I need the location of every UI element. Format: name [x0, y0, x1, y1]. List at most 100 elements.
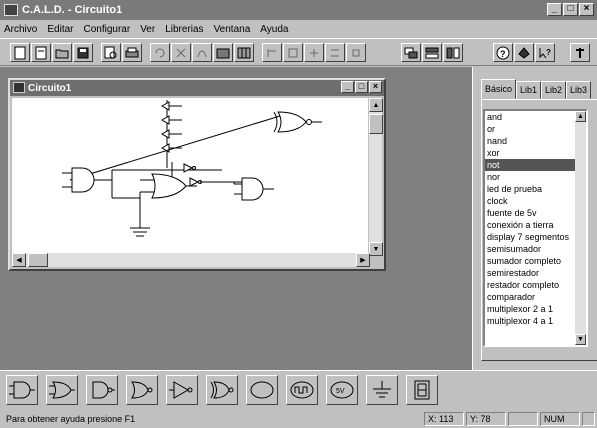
status-blank-2 — [582, 412, 595, 426]
list-item[interactable]: semisumador — [485, 243, 586, 255]
and-gate-icon[interactable] — [6, 375, 38, 405]
clock-icon[interactable] — [286, 375, 318, 405]
menu-editar[interactable]: Editar — [47, 24, 73, 35]
list-item[interactable]: or — [485, 123, 586, 135]
undo-icon[interactable] — [150, 43, 170, 62]
list-item[interactable]: nand — [485, 135, 586, 147]
list-item[interactable]: semirestador — [485, 267, 586, 279]
tab-lib2[interactable]: Lib2 — [541, 81, 567, 99]
list-item[interactable]: multiplexor 2 a 1 — [485, 303, 586, 315]
save-icon[interactable] — [73, 43, 93, 62]
list-item[interactable]: sumador completo — [485, 255, 586, 267]
svg-text:?: ? — [500, 49, 506, 59]
align-icon[interactable] — [262, 43, 282, 62]
pin-icon[interactable] — [570, 43, 590, 62]
gate-palette: 5V — [0, 370, 597, 410]
list-item[interactable]: clock — [485, 195, 586, 207]
or-gate-icon[interactable] — [46, 375, 78, 405]
list-scroll-down-button[interactable]: ▼ — [575, 334, 586, 345]
list-item[interactable]: fuente de 5v — [485, 207, 586, 219]
tab-basico[interactable]: Básico — [481, 79, 517, 99]
list-item[interactable]: comparador — [485, 291, 586, 303]
list-item[interactable]: multiplexor 4 a 1 — [485, 315, 586, 327]
toolbar: ? ? — [0, 38, 597, 66]
menu-configurar[interactable]: Configurar — [83, 24, 130, 35]
library-tabs: Básico Lib1 Lib2 Lib3 — [481, 79, 592, 99]
maximize-button[interactable]: □ — [563, 3, 578, 16]
menu-ventana[interactable]: Ventana — [214, 24, 251, 35]
child-minimize-button[interactable]: _ — [341, 81, 354, 93]
align2-icon[interactable] — [283, 43, 303, 62]
app-title: C.A.L.D. - Circuito1 — [22, 4, 123, 16]
list-item[interactable]: conexión a tierra — [485, 219, 586, 231]
open-icon[interactable] — [31, 43, 51, 62]
menu-archivo[interactable]: Archivo — [4, 24, 37, 35]
folder-icon[interactable] — [52, 43, 72, 62]
print-icon[interactable] — [122, 43, 142, 62]
scroll-right-button[interactable]: ▶ — [356, 253, 370, 267]
copy-icon[interactable] — [192, 43, 212, 62]
minimize-button[interactable]: _ — [547, 3, 562, 16]
new-icon[interactable] — [10, 43, 30, 62]
grid-icon[interactable] — [234, 43, 254, 62]
scroll-up-button[interactable]: ▲ — [369, 98, 383, 112]
cut-icon[interactable] — [171, 43, 191, 62]
menu-librerias[interactable]: Librerias — [165, 24, 203, 35]
circuit-window-title-bar[interactable]: Circuito1 _ □ × — [10, 80, 384, 96]
menu-ayuda[interactable]: Ayuda — [260, 24, 288, 35]
list-item[interactable]: led de prueba — [485, 183, 586, 195]
close-button[interactable]: × — [579, 3, 594, 16]
horizontal-scroll-thumb[interactable] — [28, 253, 48, 267]
circuit-window[interactable]: Circuito1 _ □ × ▲ ▼ ◀ ▶ — [8, 78, 386, 271]
align5-icon[interactable] — [346, 43, 366, 62]
whats-this-icon[interactable]: ? — [535, 43, 555, 62]
circuit-canvas[interactable] — [12, 98, 370, 256]
list-item[interactable]: and — [485, 111, 586, 123]
app-icon[interactable] — [4, 4, 18, 16]
power-5v-label: 5V — [336, 388, 345, 395]
status-num-lock: NUM — [540, 412, 580, 426]
component-list[interactable]: and or nand xor not nor led de prueba cl… — [483, 109, 588, 347]
list-item[interactable]: xor — [485, 147, 586, 159]
status-message: Para obtener ayuda presione F1 — [6, 414, 136, 424]
buffer-gate-icon[interactable] — [166, 375, 198, 405]
nor-gate-icon[interactable] — [126, 375, 158, 405]
nand-gate-icon[interactable] — [86, 375, 118, 405]
status-bar: Para obtener ayuda presione F1 X: 113 Y:… — [0, 410, 597, 428]
scroll-left-button[interactable]: ◀ — [12, 253, 26, 267]
tile-horizontal-icon[interactable] — [422, 43, 442, 62]
app-title-bar: C.A.L.D. - Circuito1 _ □ × — [0, 0, 597, 20]
list-scroll-up-button[interactable]: ▲ — [575, 111, 586, 122]
circuit-vertical-scrollbar[interactable]: ▲ ▼ — [368, 98, 383, 256]
status-x-coordinate: X: 113 — [424, 412, 464, 426]
align3-icon[interactable] — [304, 43, 324, 62]
scroll-down-button[interactable]: ▼ — [369, 242, 383, 256]
cascade-icon[interactable] — [401, 43, 421, 62]
about-icon[interactable] — [514, 43, 534, 62]
circuit-horizontal-scrollbar[interactable]: ◀ ▶ — [12, 253, 370, 267]
ground-icon[interactable] — [366, 375, 398, 405]
list-item[interactable]: display 7 segmentos — [485, 231, 586, 243]
list-item-selected[interactable]: not — [485, 159, 586, 171]
xor-gate-icon[interactable] — [206, 375, 238, 405]
print-preview-icon[interactable] — [101, 43, 121, 62]
menu-ver[interactable]: Ver — [140, 24, 155, 35]
paste-icon[interactable] — [213, 43, 233, 62]
display-icon[interactable] — [406, 375, 438, 405]
align4-icon[interactable] — [325, 43, 345, 62]
circuit-window-icon[interactable] — [13, 82, 25, 93]
tile-vertical-icon[interactable] — [443, 43, 463, 62]
child-close-button[interactable]: × — [369, 81, 382, 93]
tab-lib1[interactable]: Lib1 — [516, 81, 542, 99]
menu-bar: Archivo Editar Configurar Ver Librerias … — [0, 20, 597, 38]
vertical-scroll-thumb[interactable] — [369, 114, 383, 134]
led-icon[interactable] — [246, 375, 278, 405]
help-icon[interactable]: ? — [493, 43, 513, 62]
list-vertical-scrollbar[interactable]: ▲ ▼ — [575, 111, 586, 345]
svg-text:?: ? — [546, 48, 551, 57]
tab-lib3[interactable]: Lib3 — [566, 81, 592, 99]
power-5v-icon[interactable]: 5V — [326, 375, 358, 405]
list-item[interactable]: restador completo — [485, 279, 586, 291]
child-maximize-button[interactable]: □ — [355, 81, 368, 93]
list-item[interactable]: nor — [485, 171, 586, 183]
